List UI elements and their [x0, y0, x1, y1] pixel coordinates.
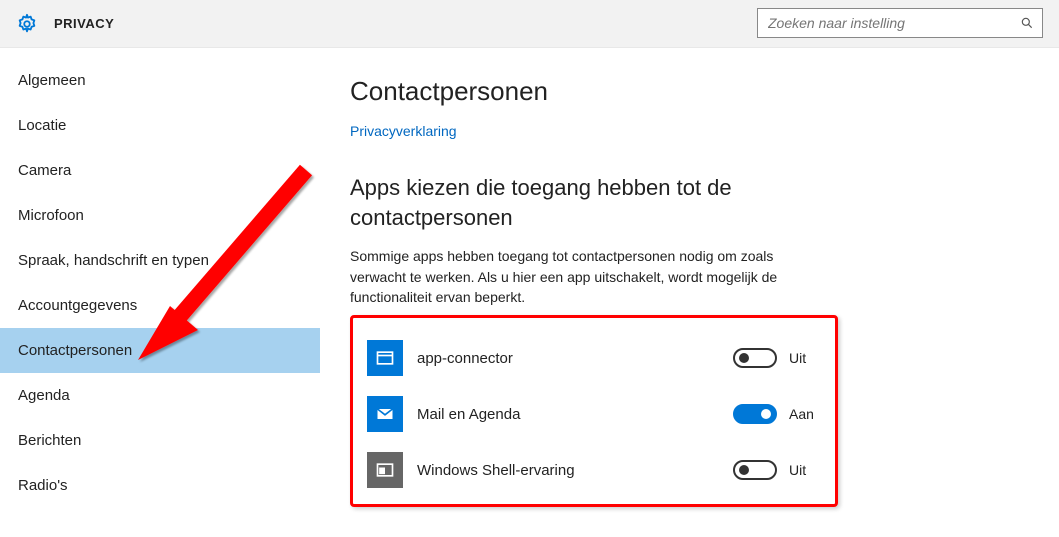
search-input[interactable] [766, 14, 1020, 32]
page-title: Contactpersonen [350, 76, 1059, 107]
main-panel: Contactpersonen Privacyverklaring Apps k… [320, 48, 1059, 537]
sidebar-item-locatie[interactable]: Locatie [0, 103, 320, 148]
shell-icon [367, 452, 403, 488]
app-label: Mail en Agenda [417, 406, 733, 423]
sidebar-item-algemeen[interactable]: Algemeen [0, 58, 320, 103]
sidebar: Algemeen Locatie Camera Microfoon Spraak… [0, 48, 320, 537]
privacy-statement-link[interactable]: Privacyverklaring [350, 123, 457, 139]
toggle-state-label: Aan [789, 406, 821, 422]
toggle-state-label: Uit [789, 462, 821, 478]
header: PRIVACY [0, 0, 1059, 48]
app-row-shell: Windows Shell-ervaring Uit [367, 452, 821, 488]
sidebar-item-radios[interactable]: Radio's [0, 463, 320, 508]
sidebar-item-berichten[interactable]: Berichten [0, 418, 320, 463]
sidebar-item-contactpersonen[interactable]: Contactpersonen [0, 328, 320, 373]
mail-icon [367, 396, 403, 432]
sidebar-item-agenda[interactable]: Agenda [0, 373, 320, 418]
section-description: Sommige apps hebben toegang tot contactp… [350, 246, 790, 307]
sidebar-item-accountgegevens[interactable]: Accountgegevens [0, 283, 320, 328]
app-label: Windows Shell-ervaring [417, 462, 733, 479]
app-row-mail-agenda: Mail en Agenda Aan [367, 396, 821, 432]
toggle-shell[interactable] [733, 460, 777, 480]
app-row-app-connector: app-connector Uit [367, 340, 821, 376]
search-box[interactable] [757, 8, 1043, 38]
toggle-app-connector[interactable] [733, 348, 777, 368]
app-connector-icon [367, 340, 403, 376]
toggle-mail-agenda[interactable] [733, 404, 777, 424]
toggle-state-label: Uit [789, 350, 821, 366]
sidebar-item-camera[interactable]: Camera [0, 148, 320, 193]
app-access-highlight: app-connector Uit Mail en Agenda Aan [350, 315, 838, 507]
search-icon [1020, 16, 1034, 30]
sidebar-item-microfoon[interactable]: Microfoon [0, 193, 320, 238]
section-heading: Apps kiezen die toegang hebben tot de co… [350, 173, 790, 232]
app-label: app-connector [417, 350, 733, 367]
gear-icon [16, 13, 38, 35]
sidebar-item-spraak[interactable]: Spraak, handschrift en typen [0, 238, 320, 283]
page-category-title: PRIVACY [54, 16, 114, 31]
